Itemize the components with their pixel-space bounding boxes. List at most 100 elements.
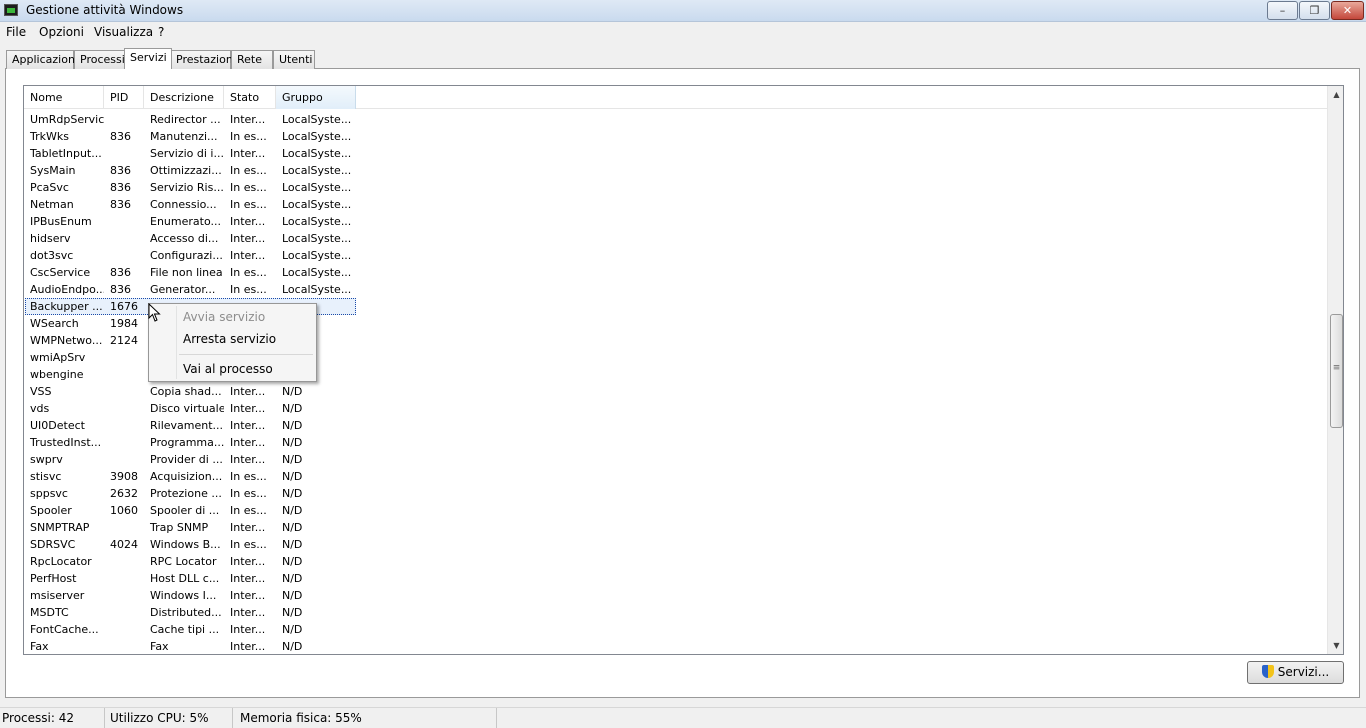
table-row[interactable]: SDRSVC 4024 Windows B... In es... N/D <box>24 536 1327 553</box>
cell-gruppo: LocalSyste... <box>282 147 352 160</box>
cell-pid: 3908 <box>110 470 138 483</box>
table-row[interactable]: IPBusEnum Enumerato... Inter... LocalSyste.… <box>24 213 1327 230</box>
table-row[interactable]: hidserv Accesso di... Inter... LocalSyste..… <box>24 230 1327 247</box>
column-header-pid[interactable]: PID <box>104 86 144 109</box>
cell-stato: In es... <box>230 487 267 500</box>
tab-processi[interactable]: Processi <box>74 50 130 69</box>
table-row[interactable]: CscService 836 File non linea In es... Local… <box>24 264 1327 281</box>
cell-gruppo: N/D <box>282 504 303 517</box>
table-row[interactable]: SNMPTRAP Trap SNMP Inter... N/D <box>24 519 1327 536</box>
cell-pid: 836 <box>110 181 131 194</box>
cell-gruppo: N/D <box>282 555 303 568</box>
tab-utenti[interactable]: Utenti <box>273 50 315 69</box>
menu-item-vai-al-processo[interactable]: Vai al processo <box>183 362 273 376</box>
minimize-button[interactable]: – <box>1267 1 1298 20</box>
menu-opzioni[interactable]: Opzioni <box>39 25 84 39</box>
cell-pid <box>104 451 144 468</box>
cell-pid: 836 <box>110 283 131 296</box>
menu-item-avvia-servizio[interactable]: Avvia servizio <box>183 310 265 324</box>
cell-gruppo: N/D <box>282 470 303 483</box>
vertical-scrollbar[interactable]: ▲ ≡ ▼ <box>1327 86 1343 654</box>
table-row[interactable]: msiserver Windows I... Inter... N/D <box>24 587 1327 604</box>
table-row[interactable]: UmRdpService Redirector ... Inter... LocalS… <box>24 111 1327 128</box>
table-row[interactable]: Netman 836 Connessio... In es... LocalSyste.… <box>24 196 1327 213</box>
scrollbar-thumb[interactable]: ≡ <box>1330 314 1343 428</box>
scroll-up-arrow-icon[interactable]: ▲ <box>1328 86 1343 103</box>
cell-descrizione: Distributed... <box>150 606 222 619</box>
cell-descrizione: Accesso di... <box>150 232 219 245</box>
cell-stato: Inter... <box>230 249 266 262</box>
cell-stato: Inter... <box>230 521 266 534</box>
menu-visualizza[interactable]: Visualizza <box>94 25 153 39</box>
tab-rete[interactable]: Rete <box>231 50 273 69</box>
grip-icon: ≡ <box>1332 363 1341 373</box>
cell-pid: 836 <box>110 130 131 143</box>
table-row[interactable]: VSS Copia shad... Inter... N/D <box>24 383 1327 400</box>
cell-nome: wmiApSrv <box>30 351 86 364</box>
cell-gruppo: LocalSyste... <box>282 215 352 228</box>
cell-gruppo: N/D <box>282 419 303 432</box>
window-title: Gestione attività Windows <box>26 3 184 17</box>
table-row[interactable]: TrustedInst... Programma... Inter... N/D <box>24 434 1327 451</box>
cell-pid <box>104 417 144 434</box>
table-row[interactable]: TabletInput... Servizio di i... Inter... Lo… <box>24 145 1327 162</box>
cell-stato: In es... <box>230 130 267 143</box>
cell-stato: In es... <box>230 504 267 517</box>
tab-applicazioni[interactable]: Applicazioni <box>6 50 78 69</box>
cell-stato: In es... <box>230 198 267 211</box>
cell-descrizione: Programma... <box>150 436 224 449</box>
table-row[interactable]: Spooler 1060 Spooler di ... In es... N/D <box>24 502 1327 519</box>
cell-descrizione: Rilevament... <box>150 419 224 432</box>
column-header-stato[interactable]: Stato <box>224 86 276 109</box>
column-header-nome[interactable]: Nome <box>24 86 104 109</box>
table-row[interactable]: PcaSvc 836 Servizio Ris... In es... LocalSys… <box>24 179 1327 196</box>
table-row[interactable]: vds Disco virtuale Inter... N/D <box>24 400 1327 417</box>
cell-gruppo: N/D <box>282 385 303 398</box>
cell-descrizione: Trap SNMP <box>150 521 209 534</box>
cell-pid: 2124 <box>110 334 138 347</box>
cell-nome: TabletInput... <box>30 147 102 160</box>
cell-descrizione: Windows B... <box>150 538 221 551</box>
menu-file[interactable]: File <box>6 25 26 39</box>
tab-prestazioni[interactable]: Prestazioni <box>170 50 236 69</box>
cell-gruppo: LocalSyste... <box>282 249 352 262</box>
table-row[interactable]: TrkWks 836 Manutenzi... In es... LocalSyste.… <box>24 128 1327 145</box>
table-row[interactable]: PerfHost Host DLL c... Inter... N/D <box>24 570 1327 587</box>
cell-nome: PerfHost <box>30 572 77 585</box>
table-row[interactable]: MSDTC Distributed... Inter... N/D <box>24 604 1327 621</box>
tab-servizi[interactable]: Servizi <box>124 48 172 69</box>
cell-descrizione: Connessio... <box>150 198 217 211</box>
table-row[interactable]: stisvc 3908 Acquisizion... In es... N/D <box>24 468 1327 485</box>
cell-nome: hidserv <box>30 232 71 245</box>
table-row[interactable]: Fax Fax Inter... N/D <box>24 638 1327 654</box>
table-row[interactable]: swprv Provider di ... Inter... N/D <box>24 451 1327 468</box>
table-row[interactable]: UI0Detect Rilevament... Inter... N/D <box>24 417 1327 434</box>
table-row[interactable]: sppsvc 2632 Protezione ... In es... N/D <box>24 485 1327 502</box>
table-row[interactable]: dot3svc Configurazi... Inter... LocalSyste.… <box>24 247 1327 264</box>
cell-pid <box>104 349 144 366</box>
table-row[interactable]: SysMain 836 Ottimizzazi... In es... LocalSys… <box>24 162 1327 179</box>
cell-gruppo: N/D <box>282 487 303 500</box>
restore-button[interactable]: ❐ <box>1299 1 1330 20</box>
uac-shield-icon <box>1261 665 1274 678</box>
cell-descrizione: Spooler di ... <box>150 504 220 517</box>
cell-stato: Inter... <box>230 623 266 636</box>
menu-help[interactable]: ? <box>158 25 164 39</box>
table-row[interactable]: FontCache... Cache tipi ... Inter... N/D <box>24 621 1327 638</box>
cell-pid: 1676 <box>110 300 138 313</box>
cell-descrizione: Generator... <box>150 283 216 296</box>
table-row[interactable]: AudioEndpo... 836 Generator... In es... Loca… <box>24 281 1327 298</box>
task-manager-icon <box>4 4 18 16</box>
cell-nome: Spooler <box>30 504 72 517</box>
cell-descrizione: Disco virtuale <box>150 402 224 415</box>
menu-item-arresta-servizio[interactable]: Arresta servizio <box>183 332 276 346</box>
cell-pid: 1984 <box>110 317 138 330</box>
column-header-descrizione[interactable]: Descrizione <box>144 86 224 109</box>
cell-descrizione: Acquisizion... <box>150 470 223 483</box>
table-row[interactable]: RpcLocator RPC Locator Inter... N/D <box>24 553 1327 570</box>
scroll-down-arrow-icon[interactable]: ▼ <box>1328 637 1343 654</box>
cell-nome: vds <box>30 402 50 415</box>
services-button[interactable]: Servizi... <box>1247 661 1344 684</box>
close-button[interactable]: ✕ <box>1331 1 1364 20</box>
cell-descrizione: Redirector ... <box>150 113 221 126</box>
